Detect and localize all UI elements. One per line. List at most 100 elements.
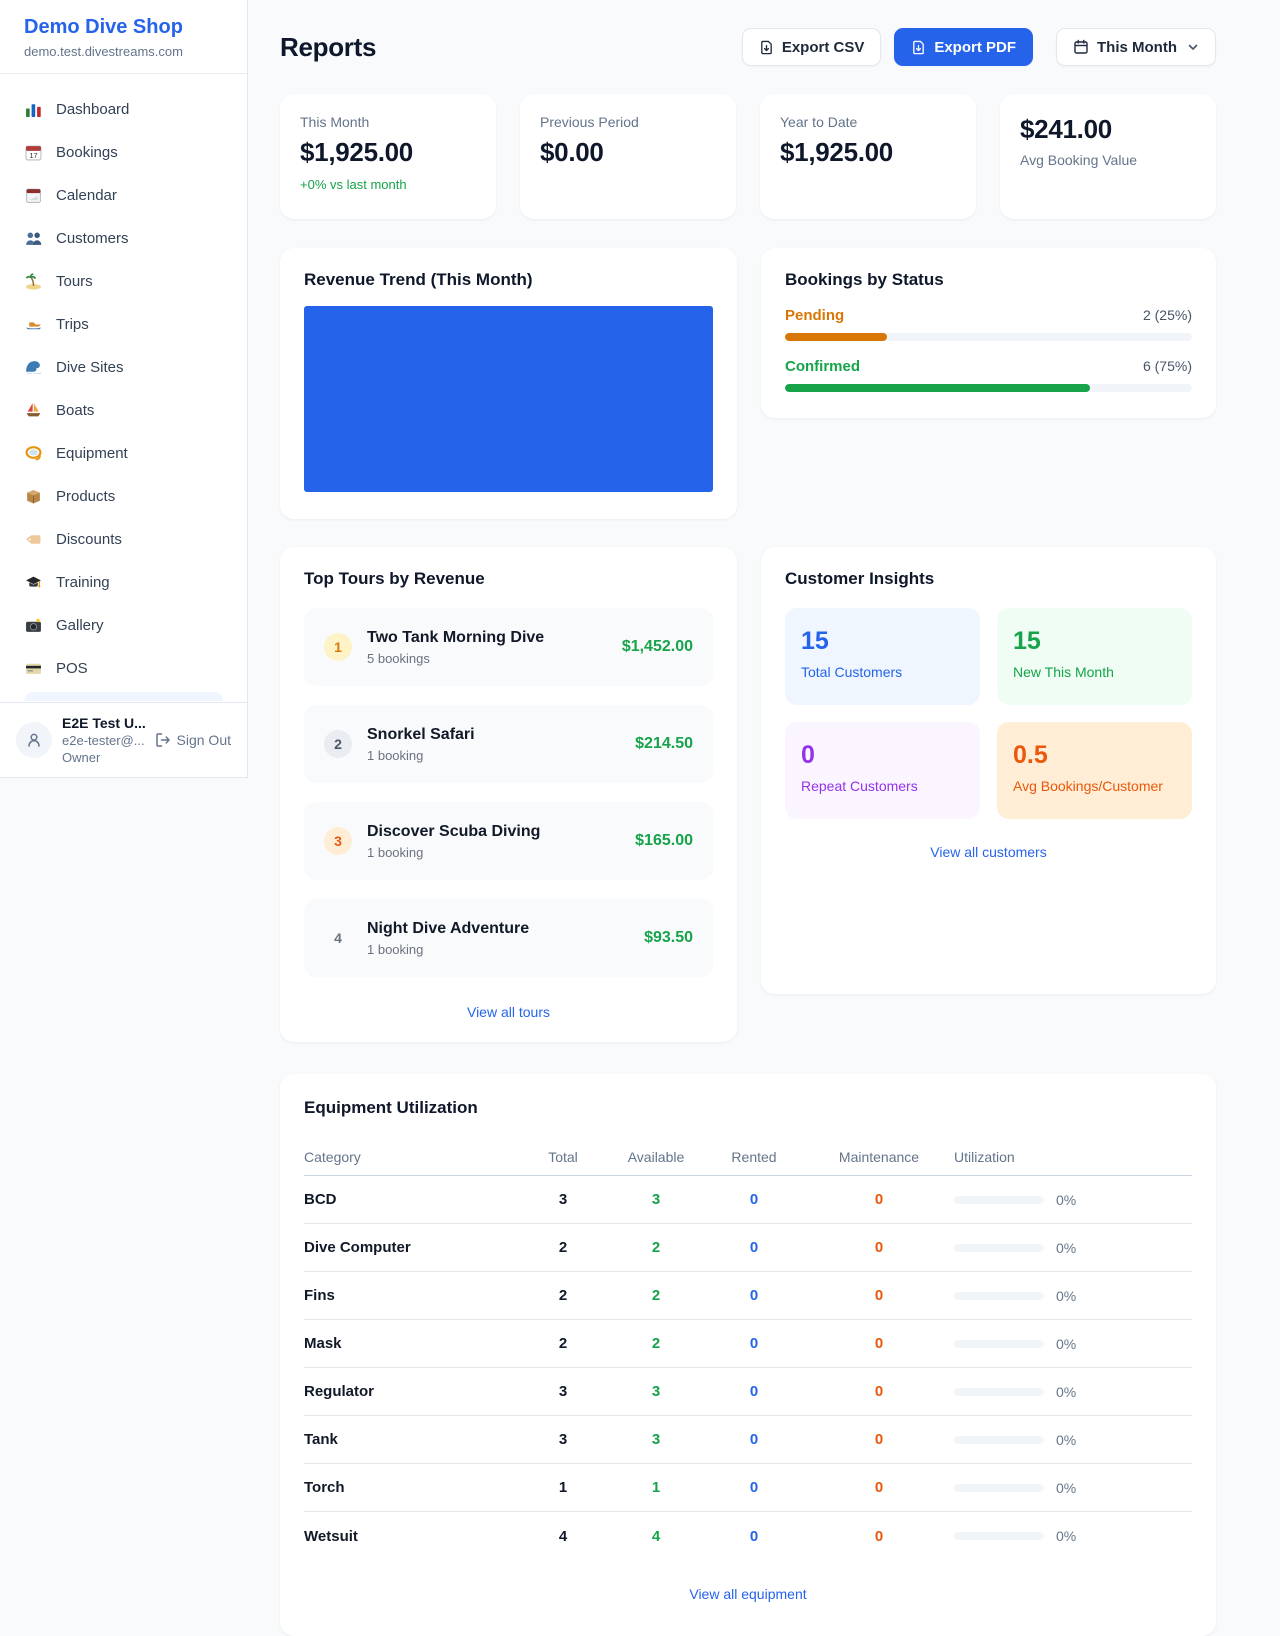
cell-utilization: 0%	[954, 1432, 1192, 1448]
cell-utilization: 0%	[954, 1288, 1192, 1304]
sign-out-button[interactable]: Sign Out	[155, 732, 231, 748]
svg-text:17: 17	[29, 151, 37, 160]
insight-total-customers: 15 Total Customers	[785, 608, 980, 705]
tour-list: 1 Two Tank Morning Dive5 bookings $1,452…	[304, 608, 713, 977]
table-row: Dive Computer 2 2 0 0 0%	[304, 1224, 1192, 1272]
sidebar-item-discounts[interactable]: Discounts	[12, 518, 235, 561]
cell-total: 2	[518, 1335, 608, 1352]
cell-utilization: 0%	[954, 1336, 1192, 1352]
export-csv-label: Export CSV	[782, 39, 865, 56]
view-all-tours-link[interactable]: View all tours	[304, 1004, 713, 1020]
insight-value: 0	[801, 741, 964, 770]
cell-maintenance: 0	[804, 1431, 954, 1448]
table-row: BCD 3 3 0 0 0%	[304, 1176, 1192, 1224]
header-actions: Export CSV Export PDF This Month	[742, 28, 1216, 66]
calendar-date-icon: 17	[24, 144, 42, 162]
cell-total: 2	[518, 1287, 608, 1304]
sidebar-item-equipment[interactable]: Equipment	[12, 432, 235, 475]
sign-out-label: Sign Out	[177, 732, 231, 748]
stat-card-year-to-date: Year to Date $1,925.00	[760, 94, 976, 219]
tour-row[interactable]: 3 Discover Scuba Diving1 booking $165.00	[304, 802, 713, 880]
sidebar-item-boats[interactable]: Boats	[12, 389, 235, 432]
table-row: Wetsuit 4 4 0 0 0%	[304, 1512, 1192, 1560]
user-meta: E2E Test U... e2e-tester@... Owner	[62, 715, 145, 765]
tour-bookings: 1 booking	[367, 845, 620, 860]
cell-maintenance: 0	[804, 1479, 954, 1496]
stat-label: This Month	[300, 114, 476, 130]
stat-value: $0.00	[540, 137, 716, 168]
bookings-status-card: Bookings by Status Pending 2 (25%) Confi…	[761, 248, 1216, 418]
cell-rented: 0	[704, 1431, 804, 1448]
view-all-customers-link[interactable]: View all customers	[785, 844, 1192, 860]
progress-fill	[785, 384, 1090, 392]
sidebar-item-label: POS	[56, 660, 88, 677]
tour-row[interactable]: 2 Snorkel Safari1 booking $214.50	[304, 705, 713, 783]
chevron-down-icon	[1187, 41, 1199, 53]
sidebar-item-tours[interactable]: Tours	[12, 260, 235, 303]
tour-name: Snorkel Safari	[367, 726, 475, 743]
sidebar-item-trips[interactable]: Trips	[12, 303, 235, 346]
tour-row[interactable]: 4 Night Dive Adventure1 booking $93.50	[304, 899, 713, 977]
cell-utilization: 0%	[954, 1192, 1192, 1208]
tag-icon	[24, 531, 42, 549]
sidebar-item-label: Dashboard	[56, 101, 129, 118]
sign-out-icon	[155, 732, 171, 748]
cell-rented: 0	[704, 1479, 804, 1496]
cell-total: 4	[518, 1528, 608, 1545]
sidebar-item-products[interactable]: Products	[12, 475, 235, 518]
cell-total: 2	[518, 1239, 608, 1256]
stat-delta: +0% vs last month	[300, 177, 476, 192]
sidebar-item-training[interactable]: Training	[12, 561, 235, 604]
sidebar-item-dive-sites[interactable]: Dive Sites	[12, 346, 235, 389]
view-all-equipment-link[interactable]: View all equipment	[304, 1586, 1192, 1602]
graduation-cap-icon	[24, 574, 42, 592]
sidebar-item-pos[interactable]: POS	[12, 647, 235, 690]
sidebar-item-dashboard[interactable]: Dashboard	[12, 88, 235, 131]
export-pdf-button[interactable]: Export PDF	[894, 28, 1033, 66]
stat-label: Year to Date	[780, 114, 956, 130]
tour-row[interactable]: 1 Two Tank Morning Dive5 bookings $1,452…	[304, 608, 713, 686]
sidebar-item-label: Calendar	[56, 187, 117, 204]
tour-bookings: 5 bookings	[367, 651, 607, 666]
cell-total: 1	[518, 1479, 608, 1496]
export-pdf-label: Export PDF	[934, 39, 1016, 56]
cell-maintenance: 0	[804, 1287, 954, 1304]
table-header-row: Category Total Available Rented Maintena…	[304, 1138, 1192, 1176]
sidebar-item-gallery[interactable]: Gallery	[12, 604, 235, 647]
cell-category: Wetsuit	[304, 1528, 518, 1545]
sidebar-item-reports-partial[interactable]	[24, 692, 223, 701]
person-icon	[25, 731, 43, 749]
insight-value: 15	[1013, 627, 1176, 656]
table-row: Regulator 3 3 0 0 0%	[304, 1368, 1192, 1416]
sidebar-item-customers[interactable]: Customers	[12, 217, 235, 260]
tour-bookings: 1 booking	[367, 942, 629, 957]
status-count: 2 (25%)	[1143, 307, 1192, 323]
cell-maintenance: 0	[804, 1528, 954, 1545]
insight-label: New This Month	[1013, 664, 1176, 680]
top-tours-title: Top Tours by Revenue	[304, 569, 713, 589]
stat-card-avg-booking-value: $241.00 Avg Booking Value	[1000, 94, 1216, 219]
status-row-confirmed: Confirmed 6 (75%)	[785, 358, 1192, 392]
period-dropdown[interactable]: This Month	[1056, 28, 1216, 66]
cell-rented: 0	[704, 1191, 804, 1208]
camera-icon	[24, 617, 42, 635]
insight-value: 0.5	[1013, 741, 1176, 770]
cell-available: 3	[608, 1431, 704, 1448]
customer-insights-card: Customer Insights 15 Total Customers 15 …	[761, 547, 1216, 994]
speedboat-icon	[24, 316, 42, 334]
equipment-utilization-card: Equipment Utilization Category Total Ava…	[280, 1074, 1216, 1636]
export-csv-button[interactable]: Export CSV	[742, 28, 882, 66]
sidebar: Demo Dive Shop demo.test.divestreams.com…	[0, 0, 248, 778]
revenue-trend-card: Revenue Trend (This Month)	[280, 248, 737, 519]
sidebar-item-bookings[interactable]: 17 Bookings	[12, 131, 235, 174]
user-role: Owner	[62, 750, 145, 765]
stat-value: $1,925.00	[780, 137, 956, 168]
cell-utilization: 0%	[954, 1240, 1192, 1256]
table-row: Torch 1 1 0 0 0%	[304, 1464, 1192, 1512]
cell-rented: 0	[704, 1239, 804, 1256]
sidebar-item-calendar[interactable]: Calendar	[12, 174, 235, 217]
cell-rented: 0	[704, 1528, 804, 1545]
tour-amount: $93.50	[644, 929, 693, 947]
revenue-trend-title: Revenue Trend (This Month)	[304, 270, 713, 290]
insight-value: 15	[801, 627, 964, 656]
